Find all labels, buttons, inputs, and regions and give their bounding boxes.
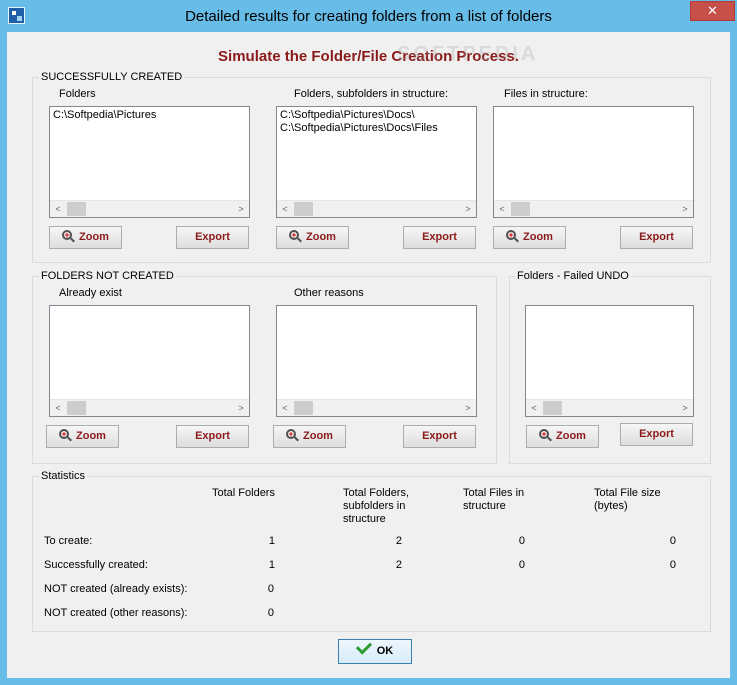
scroll-thumb[interactable]	[294, 202, 313, 216]
zoom-already-exist-button[interactable]: + Zoom	[46, 425, 119, 448]
value-to-create-size: 0	[669, 535, 676, 547]
failed-undo-list[interactable]: < >	[525, 305, 694, 417]
other-reasons-label: Other reasons	[294, 287, 364, 299]
row-label-not-created-other: NOT created (other reasons):	[44, 607, 188, 619]
horizontal-scrollbar[interactable]: < >	[494, 200, 693, 217]
created-structure-list[interactable]: C:\Softpedia\Pictures\Docs\ C:\Softpedia…	[276, 106, 477, 218]
magnifier-plus-icon: +	[289, 229, 302, 243]
scroll-left-icon[interactable]: <	[277, 400, 293, 416]
scroll-thumb[interactable]	[511, 202, 530, 216]
header-total-files: Total Files in structure	[463, 487, 525, 512]
horizontal-scrollbar[interactable]: < >	[50, 399, 249, 416]
close-button[interactable]: ✕	[690, 1, 735, 21]
horizontal-scrollbar[interactable]: < >	[277, 200, 476, 217]
value-not-created-exists: 0	[267, 583, 274, 595]
value-to-create-structure: 2	[395, 535, 402, 547]
row-label-successfully-created: Successfully created:	[44, 559, 148, 571]
scroll-right-icon[interactable]: >	[233, 201, 249, 217]
list-items: C:\Softpedia\Pictures	[53, 109, 246, 122]
scroll-thumb[interactable]	[294, 401, 313, 415]
zoom-folders-button[interactable]: + Zoom	[49, 226, 122, 249]
zoom-other-reasons-button[interactable]: + Zoom	[273, 425, 346, 448]
header-total-structure: Total Folders, subfolders in structure	[343, 487, 410, 525]
scroll-left-icon[interactable]: <	[526, 400, 542, 416]
magnifier-plus-icon: +	[59, 428, 72, 442]
header-total-folders: Total Folders	[212, 487, 275, 499]
other-reasons-list[interactable]: < >	[276, 305, 477, 417]
failed-undo-title: Folders - Failed UNDO	[515, 270, 631, 282]
scroll-left-icon[interactable]: <	[494, 201, 510, 217]
scroll-left-icon[interactable]: <	[50, 201, 66, 217]
watermark: SOFTPEDIA	[397, 43, 539, 65]
statistics-title: Statistics	[39, 470, 88, 482]
scroll-right-icon[interactable]: >	[460, 400, 476, 416]
horizontal-scrollbar[interactable]: < >	[50, 200, 249, 217]
row-label-not-created-exists: NOT created (already exists):	[44, 583, 188, 595]
export-folders-button[interactable]: Export	[176, 226, 249, 249]
ok-button[interactable]: OK	[338, 638, 412, 664]
value-success-folders: 1	[268, 559, 275, 571]
value-success-files: 0	[518, 559, 525, 571]
scroll-thumb[interactable]	[543, 401, 562, 415]
zoom-files-button[interactable]: + Zoom	[493, 226, 566, 249]
scroll-left-icon[interactable]: <	[277, 201, 293, 217]
export-already-exist-button[interactable]: Export	[176, 425, 249, 448]
not-created-title: FOLDERS NOT CREATED	[39, 270, 176, 282]
results-window: Detailed results for creating folders fr…	[0, 0, 737, 685]
export-failed-undo-button[interactable]: Export	[620, 423, 693, 446]
created-folders-list[interactable]: C:\Softpedia\Pictures < >	[49, 106, 250, 218]
scroll-left-icon[interactable]: <	[50, 400, 66, 416]
checkmark-icon	[355, 638, 372, 655]
structure-label: Folders, subfolders in structure:	[294, 88, 449, 100]
created-files-list[interactable]: < >	[493, 106, 694, 218]
folders-label: Folders	[59, 88, 96, 100]
list-item[interactable]: C:\Softpedia\Pictures\Docs\	[280, 109, 473, 122]
export-files-button[interactable]: Export	[620, 226, 693, 249]
row-label-to-create: To create:	[44, 535, 93, 547]
value-not-created-other: 0	[267, 607, 274, 619]
title-bar[interactable]: Detailed results for creating folders fr…	[0, 0, 737, 32]
scroll-right-icon[interactable]: >	[677, 201, 693, 217]
list-item[interactable]: C:\Softpedia\Pictures	[53, 109, 246, 122]
scroll-right-icon[interactable]: >	[233, 400, 249, 416]
value-success-structure: 2	[395, 559, 402, 571]
already-exist-label: Already exist	[59, 287, 122, 299]
magnifier-plus-icon: +	[286, 428, 299, 442]
banner-title: Simulate the Folder/File Creation Proces…	[218, 48, 519, 65]
scroll-right-icon[interactable]: >	[460, 201, 476, 217]
list-items: C:\Softpedia\Pictures\Docs\ C:\Softpedia…	[280, 109, 473, 135]
list-item[interactable]: C:\Softpedia\Pictures\Docs\Files	[280, 122, 473, 135]
horizontal-scrollbar[interactable]: < >	[277, 399, 476, 416]
export-structure-button[interactable]: Export	[403, 226, 476, 249]
horizontal-scrollbar[interactable]: < >	[526, 399, 693, 416]
already-exist-list[interactable]: < >	[49, 305, 250, 417]
scroll-right-icon[interactable]: >	[677, 400, 693, 416]
value-success-size: 0	[669, 559, 676, 571]
value-to-create-folders: 1	[268, 535, 275, 547]
window-title: Detailed results for creating folders fr…	[185, 8, 552, 25]
magnifier-plus-icon: +	[539, 428, 552, 442]
value-to-create-files: 0	[518, 535, 525, 547]
successfully-created-title: SUCCESSFULLY CREATED	[39, 71, 185, 83]
client-area: Simulate the Folder/File Creation Proces…	[7, 32, 730, 678]
scroll-thumb[interactable]	[67, 202, 86, 216]
scroll-thumb[interactable]	[67, 401, 86, 415]
magnifier-plus-icon: +	[506, 229, 519, 243]
export-other-reasons-button[interactable]: Export	[403, 425, 476, 448]
magnifier-plus-icon: +	[62, 229, 75, 243]
files-label: Files in structure:	[504, 88, 588, 100]
zoom-structure-button[interactable]: + Zoom	[276, 226, 349, 249]
header-total-size: Total File size (bytes)	[594, 487, 661, 512]
close-icon: ✕	[707, 3, 718, 18]
zoom-failed-undo-button[interactable]: + Zoom	[526, 425, 599, 448]
